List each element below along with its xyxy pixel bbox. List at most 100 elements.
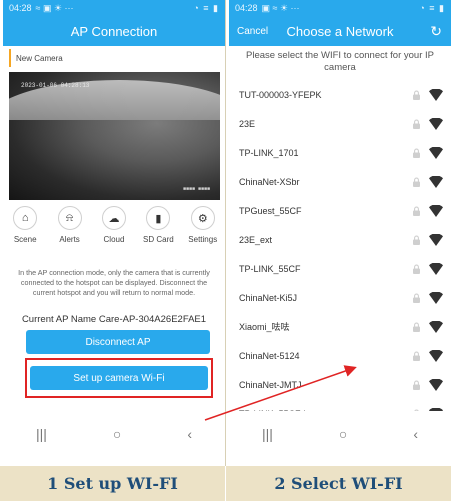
lock-icon	[412, 148, 421, 158]
system-nav-bar: ||| ○ ‹	[3, 411, 225, 457]
feature-scene[interactable]: ⌂ Scene	[5, 206, 45, 248]
wifi-ssid: TPGuest_55CF	[239, 205, 302, 216]
status-notification-icons: ≈ ▣ ☀ ···	[35, 2, 74, 13]
camera-video-preview[interactable]: 2023-01-06 04:28:13 ■■■■ ■■■■	[9, 72, 220, 200]
lock-icon	[412, 351, 421, 361]
status-time: 04:28	[9, 3, 32, 13]
lock-icon	[412, 380, 421, 390]
lock-icon	[412, 177, 421, 187]
step-caption-1: 1 Set up WI-FI	[0, 466, 225, 501]
status-signal-icons: ◔ ≡ ▮	[193, 2, 219, 13]
wifi-ssid: 23E	[239, 118, 256, 129]
status-signal-icons: ◔ ≡ ▮	[419, 2, 445, 13]
camera-name: New Camera	[9, 49, 225, 67]
page-title: Choose a Network	[286, 23, 394, 39]
wifi-signal-icon	[429, 145, 443, 159]
wifi-signal-icon	[429, 261, 443, 275]
back-button[interactable]: ‹	[413, 426, 418, 442]
wifi-network-row[interactable]: Xiaomi_呿呿	[229, 312, 451, 341]
home-icon: ⌂	[13, 206, 38, 230]
wifi-ssid: TP-LINK_1701	[239, 147, 299, 158]
wifi-network-row[interactable]: 23E	[229, 109, 451, 138]
wifi-network-row[interactable]: TP-LINK_1701	[229, 138, 451, 167]
wifi-network-row[interactable]: ChinaNet-Ki5J	[229, 283, 451, 312]
bell-icon: ⍾	[57, 206, 82, 230]
disconnect-ap-button[interactable]: Disconnect AP	[26, 330, 210, 354]
setup-camera-wifi-button[interactable]: Set up camera Wi-Fi	[30, 366, 208, 390]
feature-label: Scene	[13, 235, 37, 244]
step-caption-2: 2 Select WI-FI	[226, 466, 451, 501]
wifi-signal-icon	[429, 203, 443, 217]
lock-icon	[412, 119, 421, 129]
lock-icon	[412, 206, 421, 216]
wifi-ssid: Xiaomi_呿呿	[239, 322, 290, 332]
lock-icon	[412, 90, 421, 100]
select-wifi-prompt: Please select the WIFI to connect for yo…	[246, 50, 434, 73]
feature-label: Cloud	[103, 235, 125, 244]
wifi-signal-icon	[429, 290, 443, 304]
camera-name-label: New Camera	[16, 53, 63, 63]
wifi-network-row[interactable]: ChinaNet-XSbr	[229, 167, 451, 196]
wifi-signal-icon	[429, 87, 443, 101]
wifi-signal-icon	[429, 116, 443, 130]
cancel-button[interactable]: Cancel	[237, 26, 268, 37]
feature-settings[interactable]: ⚙ Settings	[183, 206, 223, 248]
wifi-network-row[interactable]: ChinaNet-JMTJ	[229, 370, 451, 399]
wifi-ssid: ChinaNet-JMTJ	[239, 379, 302, 390]
wifi-ssid: ChinaNet-5124	[239, 350, 300, 361]
wifi-network-row[interactable]: TP-LINK_55CF	[229, 254, 451, 283]
wifi-network-list: TUT-000003-YFEPK 23E TP-LINK_1701 ChinaNet-…	[229, 80, 451, 428]
wifi-signal-icon	[429, 174, 443, 188]
video-timestamp: 2023-01-06 04:28:13	[21, 82, 90, 89]
status-bar: 04:28 ≈ ▣ ☀ ··· ◔ ≡ ▮	[3, 0, 225, 16]
ap-connection-screen: 04:28 ≈ ▣ ☀ ··· ◔ ≡ ▮ AP Connection New …	[3, 0, 225, 457]
refresh-icon[interactable]: ↻	[430, 23, 442, 40]
sd-card-icon: ▮	[146, 206, 171, 230]
recent-apps-button[interactable]: |||	[36, 426, 47, 442]
wifi-ssid: ChinaNet-Ki5J	[239, 292, 298, 303]
wifi-ssid: TP-LINK_55CF	[239, 263, 301, 274]
cloud-icon: ☁	[101, 206, 126, 230]
divider	[225, 0, 226, 466]
step-caption-text: 1 Set up WI-FI	[47, 474, 178, 493]
video-watermark: ■■■■ ■■■■	[182, 186, 210, 192]
gear-icon: ⚙	[190, 206, 215, 230]
status-notification-icons: ▣ ≈ ☀ ···	[261, 2, 300, 13]
title-bar: Cancel Choose a Network ↻	[229, 16, 451, 46]
feature-alerts[interactable]: ⍾ Alerts	[50, 206, 90, 248]
home-button[interactable]: ○	[113, 426, 121, 442]
title-bar: AP Connection	[3, 16, 225, 46]
ap-mode-note: In the AP connection mode, only the came…	[18, 268, 210, 297]
wifi-signal-icon	[429, 319, 443, 333]
feature-label: Settings	[188, 235, 218, 244]
status-bar: 04:28 ▣ ≈ ☀ ··· ◔ ≡ ▮	[229, 0, 451, 16]
home-button[interactable]: ○	[339, 426, 347, 442]
wifi-signal-icon	[429, 232, 443, 246]
feature-cloud[interactable]: ☁ Cloud	[94, 206, 134, 248]
recent-apps-button[interactable]: |||	[262, 426, 273, 442]
feature-label: Alerts	[59, 235, 80, 244]
system-nav-bar: ||| ○ ‹	[229, 411, 451, 457]
feature-label: SD Card	[143, 235, 174, 244]
choose-network-screen: 04:28 ▣ ≈ ☀ ··· ◔ ≡ ▮ Cancel Choose a Ne…	[229, 0, 451, 457]
wifi-network-row[interactable]: TPGuest_55CF	[229, 196, 451, 225]
wifi-network-row[interactable]: TUT-000003-YFEPK	[229, 80, 451, 109]
wifi-ssid: ChinaNet-XSbr	[239, 176, 300, 187]
page-title: AP Connection	[70, 23, 158, 39]
lock-icon	[412, 235, 421, 245]
current-ap-name: Current AP Name Care-AP-304A26E2FAE1	[21, 314, 207, 325]
wifi-network-row[interactable]: ChinaNet-5124	[229, 341, 451, 370]
wifi-signal-icon	[429, 348, 443, 362]
feature-row: ⌂ Scene ⍾ Alerts ☁ Cloud ▮ SD Card ⚙ Set…	[3, 206, 225, 248]
wifi-ssid: 23E_ext	[239, 234, 273, 245]
lock-icon	[412, 293, 421, 303]
lock-icon	[412, 264, 421, 274]
status-time: 04:28	[235, 3, 258, 13]
feature-sd-card[interactable]: ▮ SD Card	[138, 206, 178, 248]
lock-icon	[412, 322, 421, 332]
wifi-network-row[interactable]: 23E_ext	[229, 225, 451, 254]
wifi-ssid: TUT-000003-YFEPK	[239, 89, 322, 100]
back-button[interactable]: ‹	[187, 426, 192, 442]
step-caption-text: 2 Select WI-FI	[274, 474, 403, 493]
wifi-signal-icon	[429, 377, 443, 391]
